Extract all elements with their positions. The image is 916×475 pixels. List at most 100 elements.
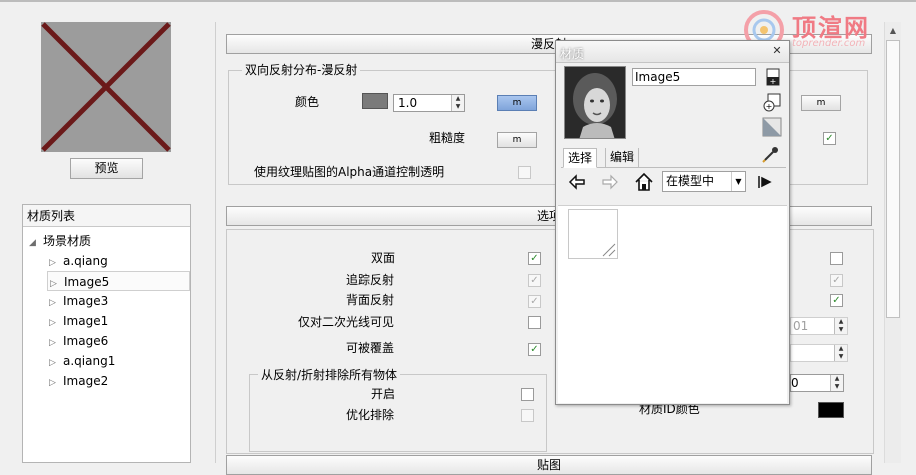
preview-button[interactable]: 预览 — [70, 158, 143, 179]
preview-cross-icon — [41, 22, 171, 152]
tree-root-label: 场景材质 — [43, 234, 92, 248]
expand-triangle-icon[interactable]: ▷ — [49, 353, 63, 373]
option-trace-reflections-label: 追踪反射 — [346, 273, 395, 287]
exclude-enable-checkbox[interactable] — [521, 388, 534, 401]
material-swatch[interactable] — [568, 209, 618, 259]
partial-spinner-1[interactable]: 01 ▲ ▼ — [790, 317, 848, 335]
list-item[interactable]: ▷ a.qiang1 — [49, 351, 115, 371]
option-trace-reflections-checkbox[interactable]: ✓ — [528, 274, 541, 287]
duplicate-material-icon[interactable]: + — [762, 93, 781, 112]
right-option-checkbox-1[interactable] — [830, 252, 843, 265]
list-item-label: Image2 — [63, 374, 109, 388]
list-item-label: Image3 — [63, 294, 109, 308]
material-thumbnail[interactable] — [564, 66, 626, 139]
resize-corner-icon — [602, 243, 616, 257]
eyedropper-icon[interactable] — [762, 145, 780, 163]
portrait-image — [565, 67, 625, 138]
exclude-optimize-checkbox[interactable] — [521, 409, 534, 422]
list-item-label: Image6 — [63, 334, 109, 348]
right-option-checkbox-2[interactable]: ✓ — [830, 274, 843, 287]
option-overridable-checkbox[interactable]: ✓ — [528, 343, 541, 356]
partial-spinner-3[interactable]: 0 ▲ ▼ — [790, 374, 844, 392]
color-map-button[interactable]: m — [497, 95, 537, 111]
exclude-optimize-label: 优化排除 — [346, 408, 395, 422]
option-double-sided-checkbox[interactable]: ✓ — [528, 252, 541, 265]
expand-triangle-icon[interactable]: ▷ — [49, 313, 63, 333]
color-label: 颜色 — [295, 95, 320, 109]
partial-spinner-2[interactable]: ▲ ▼ — [790, 344, 848, 362]
list-item-label: a.qiang — [63, 254, 108, 268]
location-value: 在模型中 — [666, 174, 715, 188]
list-item-selected[interactable]: ▷ Image5 — [47, 271, 190, 291]
option-secondary-rays-label: 仅对二次光线可见 — [298, 315, 395, 329]
section-maps-button[interactable]: 贴图 — [226, 455, 872, 475]
list-item[interactable]: ▷ Image3 — [49, 291, 108, 311]
expand-triangle-icon[interactable]: ▷ — [49, 253, 63, 273]
spinner-arrows-icon[interactable]: ▲ ▼ — [830, 375, 843, 391]
option-secondary-rays-checkbox[interactable] — [528, 316, 541, 329]
option-overridable-label: 可被覆盖 — [346, 341, 395, 355]
list-item[interactable]: ▷ Image1 — [49, 311, 108, 331]
list-item-label: a.qiang1 — [63, 354, 116, 368]
partial-value-1: 01 — [793, 319, 809, 333]
watermark-url: toprender.com — [792, 38, 866, 49]
tab-edit[interactable]: 编辑 — [605, 148, 640, 168]
right-checkbox[interactable]: ✓ — [823, 132, 836, 145]
svg-text:+: + — [770, 77, 777, 86]
list-item[interactable]: ▷ Image6 — [49, 331, 108, 351]
material-swatch-area — [558, 205, 787, 403]
exclude-group-title: 从反射/折射排除所有物体 — [258, 368, 401, 382]
roughness-label: 粗糙度 — [429, 131, 466, 145]
exclude-enable-label: 开启 — [371, 387, 396, 401]
list-item[interactable]: ▷ Image2 — [49, 371, 108, 391]
list-item-label: Image5 — [64, 275, 110, 289]
partial-value-2: 0 — [791, 376, 799, 390]
vertical-scrollbar[interactable]: ▲ — [884, 22, 901, 463]
material-preview — [41, 22, 171, 152]
spinner-arrows-icon[interactable]: ▲ ▼ — [834, 318, 847, 334]
home-icon[interactable] — [634, 172, 653, 191]
collapse-triangle-icon[interactable]: ◢ — [29, 233, 43, 253]
brdf-group-title: 双向反射分布-漫反射 — [242, 63, 361, 77]
alpha-transparency-label: 使用纹理贴图的Alpha通道控制透明 — [254, 165, 445, 179]
scrollbar-thumb[interactable] — [886, 40, 900, 318]
color-swatch[interactable] — [362, 93, 388, 109]
material-tabs: 选择 编辑 — [561, 146, 786, 168]
list-item-label: Image1 — [63, 314, 109, 328]
svg-text:+: + — [766, 102, 773, 111]
top-border — [0, 0, 916, 2]
tree-root-scene-materials[interactable]: ◢ 场景材质 — [29, 231, 91, 251]
option-double-sided-label: 双面 — [371, 251, 396, 265]
details-arrow-icon[interactable] — [756, 173, 774, 191]
option-back-reflection-checkbox[interactable]: ✓ — [528, 295, 541, 308]
exclude-group — [249, 374, 547, 452]
material-name-input[interactable]: Image5 — [632, 68, 756, 86]
close-icon[interactable]: ✕ — [771, 45, 783, 57]
expand-triangle-icon[interactable]: ▷ — [49, 373, 63, 393]
create-material-icon[interactable]: + — [764, 68, 782, 86]
right-map-button[interactable]: m — [801, 95, 841, 111]
alpha-transparency-checkbox[interactable] — [518, 166, 531, 179]
spinner-arrows-icon[interactable]: ▲ ▼ — [834, 345, 847, 361]
material-list-header: 材质列表 — [23, 205, 190, 227]
default-material-icon[interactable] — [762, 117, 782, 137]
material-list: 材质列表 ◢ 场景材质 ▷ a.qiang ▷ Image5 ▷ Image3 ▷ Ima… — [22, 204, 191, 463]
chevron-down-icon[interactable]: ▼ — [731, 172, 745, 191]
option-back-reflection-label: 背面反射 — [346, 293, 395, 307]
forward-arrow-icon[interactable] — [601, 173, 619, 191]
window-titlebar[interactable]: 材质 ✕ — [556, 41, 789, 63]
window-title: 材质 — [560, 47, 585, 61]
color-value: 1.0 — [398, 96, 418, 110]
material-browser-window: 材质 ✕ Image5 + + 选择 编辑 在模型中 ▼ — [555, 40, 790, 405]
material-id-color-swatch[interactable] — [818, 402, 844, 418]
roughness-map-button[interactable]: m — [497, 132, 537, 148]
expand-triangle-icon[interactable]: ▷ — [49, 293, 63, 313]
list-item[interactable]: ▷ a.qiang — [49, 251, 108, 271]
back-arrow-icon[interactable] — [568, 173, 586, 191]
right-option-checkbox-3[interactable]: ✓ — [830, 294, 843, 307]
expand-triangle-icon[interactable]: ▷ — [49, 333, 63, 353]
tab-select[interactable]: 选择 — [563, 148, 598, 168]
spinner-arrows-icon[interactable]: ▲ ▼ — [451, 95, 464, 111]
color-multiplier-spinner[interactable]: 1.0 ▲ ▼ — [393, 94, 465, 112]
location-dropdown[interactable]: 在模型中 ▼ — [662, 171, 746, 192]
